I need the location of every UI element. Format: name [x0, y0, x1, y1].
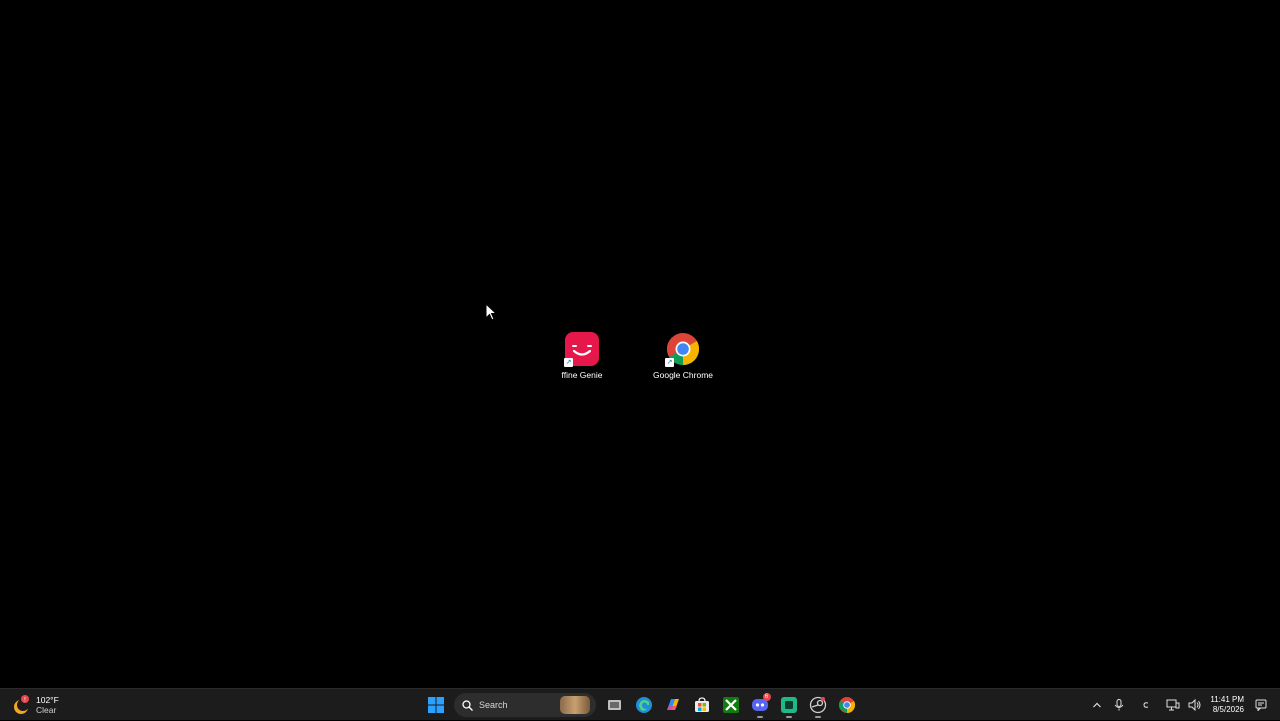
running-indicator — [785, 716, 792, 718]
weather-sun-icon: ! — [10, 694, 32, 716]
search-placeholder: Search — [479, 700, 508, 710]
edge-button[interactable] — [631, 692, 657, 718]
desktop-shortcut-google-chrome[interactable]: ↗ Google Chrome — [647, 331, 719, 380]
language-button[interactable] — [1136, 695, 1156, 715]
xbox-button[interactable] — [718, 692, 744, 718]
network-icon — [1166, 699, 1180, 711]
steam-icon — [809, 696, 826, 714]
desktop-icon-label: ffine Genie — [561, 370, 603, 380]
system-tray: 11:41 PM 8/5/2026 — [1086, 692, 1272, 718]
notification-badge: 6 — [762, 693, 771, 701]
shortcut-arrow-icon: ↗ — [564, 358, 573, 367]
search-icon — [462, 699, 473, 711]
weather-temperature: 102°F — [36, 695, 59, 705]
clock-time: 11:41 PM — [1210, 695, 1244, 704]
volume-icon — [1188, 699, 1201, 711]
chrome-button[interactable] — [834, 692, 860, 718]
app-green-icon — [780, 697, 797, 713]
windows-start-icon — [427, 697, 444, 713]
volume-button[interactable] — [1185, 695, 1205, 715]
task-view-icon — [607, 700, 621, 710]
clock[interactable]: 11:41 PM 8/5/2026 — [1210, 695, 1244, 715]
taskbar-apps: Search 6 — [421, 692, 861, 718]
fifine-genie-icon: ↗ — [564, 331, 600, 367]
taskbar-search[interactable]: Search — [454, 693, 596, 717]
task-view-button[interactable] — [602, 692, 628, 718]
running-indicator — [814, 716, 821, 718]
microphone-button[interactable] — [1109, 695, 1129, 715]
microsoft-store-button[interactable] — [689, 692, 715, 718]
running-indicator — [756, 716, 763, 718]
desktop-icon-label: Google Chrome — [653, 370, 714, 380]
start-button[interactable] — [423, 692, 449, 718]
shortcut-arrow-icon: ↗ — [665, 358, 674, 367]
taskbar: ! 102°F Clear Search 6 11:41 PM 8/5/2026 — [0, 688, 1280, 720]
google-chrome-icon: ↗ — [665, 331, 701, 367]
steam-button[interactable] — [805, 692, 831, 718]
clock-date: 8/5/2026 — [1212, 705, 1244, 714]
show-hidden-icons-button[interactable] — [1087, 695, 1107, 715]
desktop-shortcut-fifine-genie[interactable]: ↗ ffine Genie — [546, 331, 618, 380]
edge-icon — [635, 697, 652, 713]
copilot-button[interactable] — [660, 692, 686, 718]
microphone-icon — [1114, 699, 1124, 711]
desktop[interactable]: ↗ ffine Genie ↗ Google Chrome — [0, 0, 1280, 688]
language-icon — [1143, 702, 1149, 708]
copilot-icon — [666, 699, 679, 710]
xbox-icon — [722, 697, 739, 713]
chrome-icon — [838, 697, 855, 713]
weather-condition: Clear — [36, 705, 57, 715]
green-app-button[interactable] — [776, 692, 802, 718]
notifications-button[interactable] — [1251, 695, 1271, 715]
weather-widget[interactable]: ! 102°F Clear — [10, 692, 59, 718]
mouse-cursor-icon — [485, 303, 498, 321]
microsoft-store-icon — [694, 697, 709, 712]
notification-icon — [1255, 699, 1267, 711]
discord-button[interactable]: 6 — [747, 692, 773, 718]
network-button[interactable] — [1163, 695, 1183, 715]
search-highlight-image — [560, 696, 590, 714]
chevron-up-icon — [1093, 702, 1102, 708]
